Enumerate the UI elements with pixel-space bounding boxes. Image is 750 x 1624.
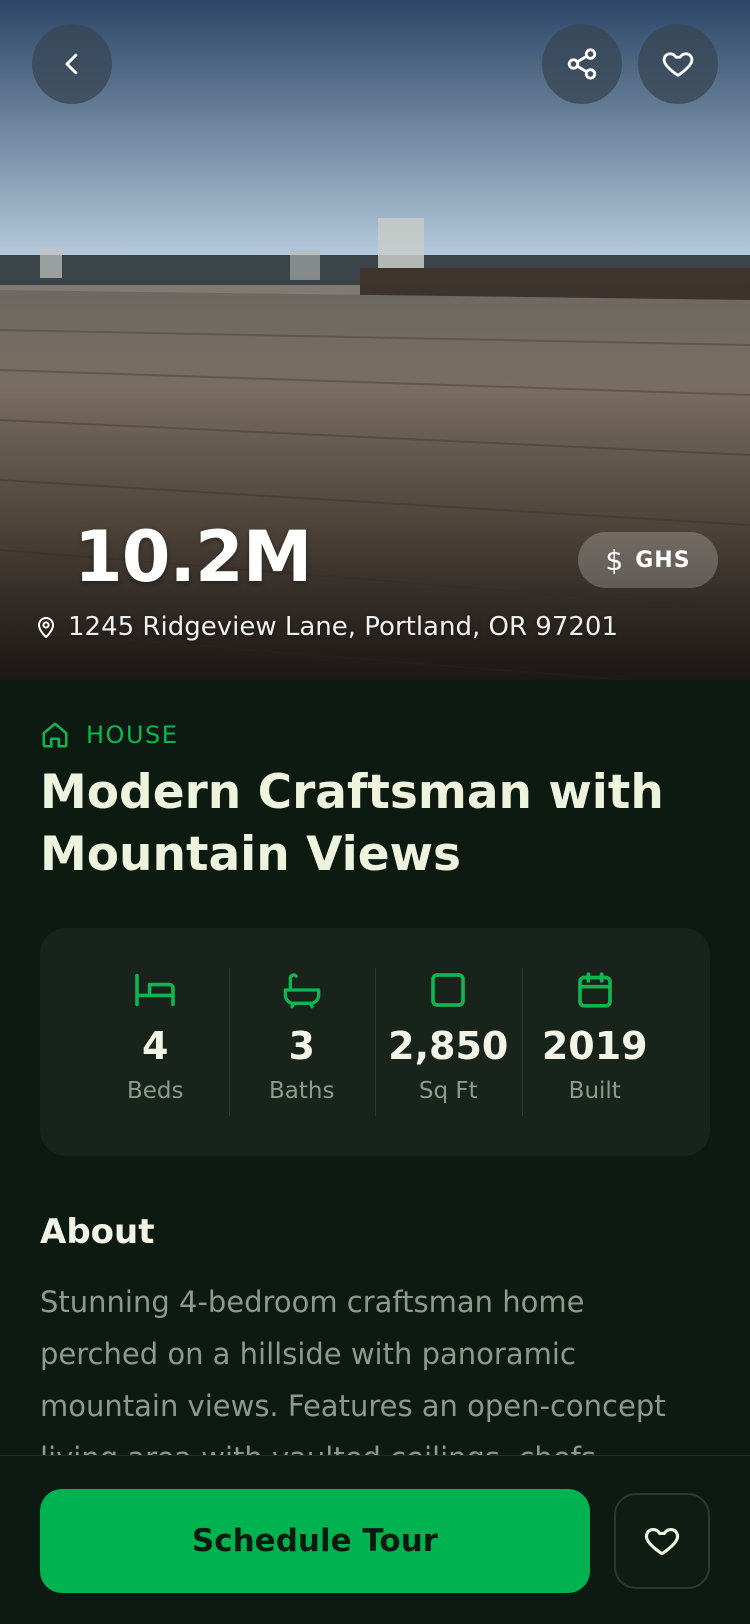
currency-code: GHS [635,547,691,573]
currency-selector[interactable]: $ GHS [578,532,718,588]
chevron-left-icon [65,53,78,75]
save-favorite-button[interactable] [614,1493,710,1589]
stat-label: Built [568,1078,621,1104]
heart-icon [662,52,694,77]
square-icon [431,973,466,1007]
share-button[interactable] [542,24,622,104]
stat-label: Beds [126,1078,184,1104]
dollar-icon: $ [605,543,624,577]
about-description: Stunning 4-bedroom craftsman home perche… [40,1285,666,1456]
stat-label: Baths [269,1078,335,1104]
map-pin-icon [38,617,54,638]
price: 10.2M [74,516,312,598]
stat-baths: 3 Baths [228,968,376,1118]
stat-value: 2,850 [388,1024,509,1068]
about-heading: About [40,1212,155,1252]
stats-card: 4 Beds 3 Baths 2,850 Sq Ft 2019 Built [40,928,710,1156]
share-icon [567,48,597,80]
calendar-icon [577,972,612,1008]
favorite-button[interactable] [638,24,718,104]
hero-image: 10.2M $ GHS 1245 Ridgeview Lane, Portlan… [0,0,750,680]
back-button[interactable] [32,24,112,104]
address-text: 1245 Ridgeview Lane, Portland, OR 97201 [68,612,618,642]
home-icon [42,722,68,748]
stat-built: 2019 Built [521,968,669,1118]
listing-title: Modern Craftsman with Mountain Views [40,765,664,882]
stat-value: 3 [288,1024,315,1068]
bath-icon [283,973,321,1009]
address: 1245 Ridgeview Lane, Portland, OR 97201 [34,612,618,642]
stat-label: Sq Ft [418,1078,478,1104]
bottom-action-bar: Schedule Tour [0,1455,750,1624]
bed-icon [135,973,176,1007]
heart-icon [644,1528,680,1556]
stat-value: 2019 [541,1024,648,1068]
property-type: HOUSE [40,720,178,750]
schedule-tour-button[interactable]: Schedule Tour [40,1489,590,1593]
stat-beds: 4 Beds [82,968,229,1118]
property-type-label: HOUSE [86,721,179,749]
schedule-tour-label: Schedule Tour [191,1523,439,1559]
stat-value: 4 [142,1024,169,1068]
stat-sqft: 2,850 Sq Ft [375,968,522,1118]
